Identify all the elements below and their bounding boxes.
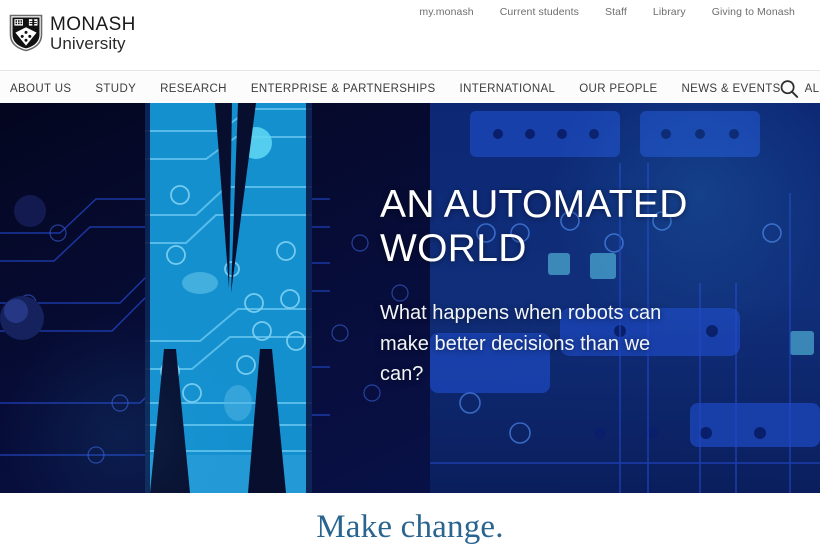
tagline-text: Make change. (316, 509, 504, 545)
monash-shield-icon (9, 14, 43, 52)
search-button[interactable] (776, 76, 802, 102)
utility-link-my-monash[interactable]: my.monash (406, 3, 486, 21)
monash-homepage: MONASH University my.monash Current stud… (0, 0, 820, 548)
nav-item-research[interactable]: RESEARCH (148, 71, 239, 106)
hero-content: AN AUTOMATED WORLD What happens when rob… (380, 183, 780, 389)
utility-link-library[interactable]: Library (640, 3, 699, 21)
main-nav-items: ABOUT US STUDY RESEARCH ENTERPRISE & PAR… (0, 71, 820, 106)
utility-link-giving-to-monash[interactable]: Giving to Monash (699, 3, 808, 21)
tagline-section: Make change. (0, 493, 820, 548)
nav-item-about-us[interactable]: ABOUT US (0, 71, 83, 106)
logo-wordmark: MONASH University (50, 15, 136, 52)
search-icon (780, 79, 799, 98)
nav-item-study[interactable]: STUDY (83, 71, 148, 106)
site-logo[interactable]: MONASH University (8, 14, 136, 52)
hero-headline: AN AUTOMATED WORLD (380, 183, 688, 271)
nav-item-enterprise-partnerships[interactable]: ENTERPRISE & PARTNERSHIPS (239, 71, 448, 106)
hero-subheadline: What happens when robots can make better… (380, 302, 662, 385)
utility-link-staff[interactable]: Staff (592, 3, 640, 21)
utility-bar: MONASH University my.monash Current stud… (0, 0, 820, 62)
main-navigation: ABOUT US STUDY RESEARCH ENTERPRISE & PAR… (0, 70, 820, 106)
logo-line-1: MONASH (50, 13, 136, 35)
nav-item-international[interactable]: INTERNATIONAL (448, 71, 568, 106)
logo-line-2: University (50, 33, 126, 53)
hero-banner: AN AUTOMATED WORLD What happens when rob… (0, 103, 820, 493)
utility-nav: my.monash Current students Staff Library… (406, 3, 808, 21)
nav-item-news-events[interactable]: NEWS & EVENTS (670, 71, 793, 106)
utility-link-current-students[interactable]: Current students (487, 3, 592, 21)
nav-item-our-people[interactable]: OUR PEOPLE (567, 71, 669, 106)
